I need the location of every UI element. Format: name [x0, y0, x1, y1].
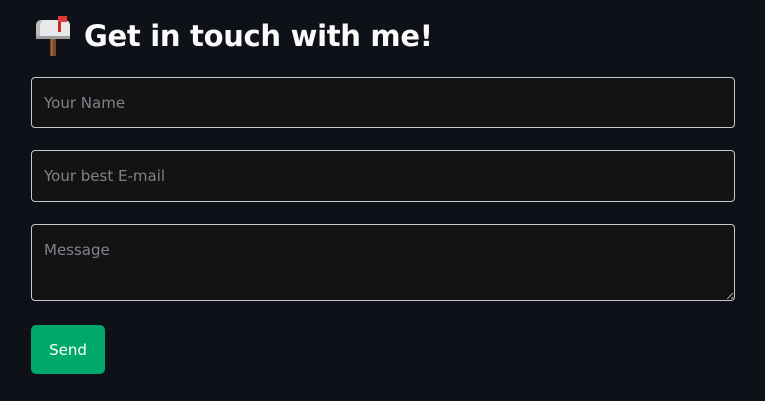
contact-page: Get in touch with me! Send — [0, 0, 765, 401]
email-input[interactable] — [31, 150, 735, 202]
send-button[interactable]: Send — [31, 325, 105, 374]
page-heading: Get in touch with me! — [34, 14, 433, 58]
name-input[interactable] — [31, 77, 735, 128]
mailbox-icon — [34, 16, 72, 56]
message-textarea[interactable] — [31, 224, 735, 301]
page-title: Get in touch with me! — [84, 19, 433, 53]
